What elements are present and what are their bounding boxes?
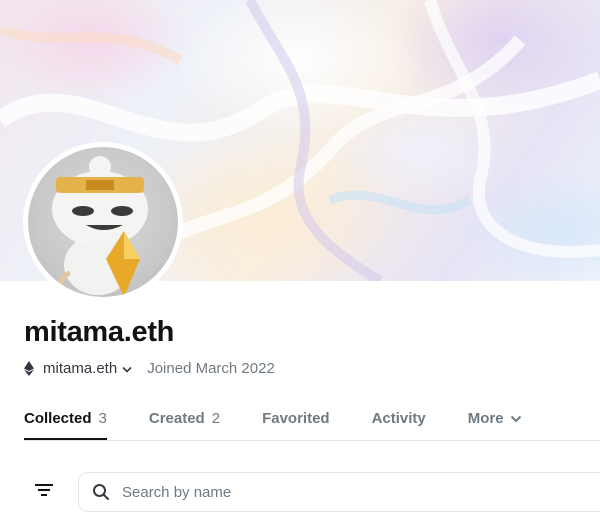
chevron-down-icon[interactable] (122, 360, 132, 377)
tab-label: Activity (371, 410, 426, 427)
tab-label: Favorited (262, 410, 330, 427)
tab-label: Created (148, 410, 205, 427)
tab-label: Collected (24, 410, 92, 427)
avatar-image (28, 147, 178, 297)
ethereum-icon (24, 360, 34, 376)
profile-tabs: Collected 3 Created 2 Favorited Activity… (24, 410, 564, 440)
tab-favorited[interactable]: Favorited (262, 410, 330, 440)
tab-count: 3 (98, 410, 107, 427)
search-icon (92, 483, 110, 501)
tab-label: More (467, 410, 504, 427)
profile-avatar[interactable] (23, 142, 183, 302)
chevron-down-icon (510, 410, 522, 427)
tab-collected[interactable]: Collected 3 (24, 410, 107, 440)
tabs-divider (24, 440, 600, 441)
tab-created[interactable]: Created 2 (149, 410, 220, 440)
profile-name: mitama.eth (24, 316, 175, 348)
profile-meta: mitama.eth Joined March 2022 (24, 358, 275, 378)
search-input[interactable] (120, 482, 524, 502)
tab-more[interactable]: More (468, 410, 522, 440)
tab-count: 2 (211, 410, 221, 427)
tab-activity[interactable]: Activity (372, 410, 426, 440)
filter-button[interactable] (28, 478, 60, 506)
wallet-address[interactable]: mitama.eth (43, 360, 117, 377)
joined-date: Joined March 2022 (147, 359, 275, 377)
filter-icon (35, 483, 53, 502)
search-bar (78, 472, 600, 512)
